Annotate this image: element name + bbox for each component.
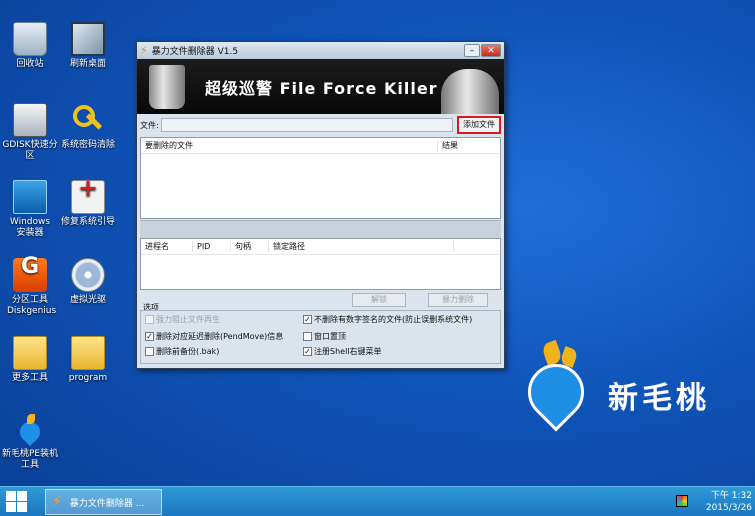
file-label: 文件: <box>140 120 159 130</box>
add-file-button[interactable]: 添加文件 <box>457 116 501 134</box>
taskbar: ⚡ 暴力文件删除器 ... 下午 1:32 2015/3/26 <box>0 486 755 516</box>
desktop-icon-windows-installer[interactable]: Windows安装器 <box>0 180 60 239</box>
minimize-button[interactable]: – <box>464 44 480 57</box>
desktop-icon-program[interactable]: program <box>58 336 118 384</box>
banner-title: 超级巡警 File Force Killer <box>205 79 438 98</box>
desktop-icon-more-tools[interactable]: 更多工具 <box>0 336 60 384</box>
refresh-desktop-icon <box>71 22 105 56</box>
checkbox[interactable] <box>145 347 154 356</box>
clock-date: 2015/3/26 <box>705 503 752 513</box>
desktop-icon-gdisk[interactable]: GDISK快速分区 <box>0 103 60 162</box>
desktop-icon-label: 更多工具 <box>11 373 48 383</box>
recycle-bin-icon <box>13 22 47 56</box>
action-buttons: 解锁 暴力删除 <box>140 293 501 309</box>
section-separator <box>140 220 501 238</box>
checkbox[interactable] <box>145 315 154 324</box>
checkbox[interactable]: ✓ <box>303 347 312 356</box>
checkbox[interactable]: ✓ <box>303 315 312 324</box>
option-prevent-regeneration[interactable]: 强力阻止文件再生 <box>145 314 220 325</box>
desktop-icon-label: 分区工具Diskgenius <box>7 295 57 316</box>
windows-installer-icon <box>13 180 47 214</box>
folder-icon <box>71 336 105 370</box>
column-header[interactable]: 结果 <box>438 140 500 151</box>
peach-icon <box>13 412 47 446</box>
option-window-topmost[interactable]: 窗口置顶 <box>303 331 346 342</box>
column-header[interactable]: 进程名 <box>141 241 193 252</box>
files-list[interactable]: 要删除的文件 结果 <box>140 137 501 219</box>
desktop-icon-repair-boot[interactable]: 修复系统引导 <box>58 180 118 228</box>
column-header[interactable]: 句柄 <box>231 241 269 252</box>
desktop-icon-label: GDISK快速分区 <box>2 140 58 161</box>
column-header[interactable]: 锁定路径 <box>269 241 454 252</box>
desktop-icon-label: 新毛桃PE装机工具 <box>1 449 59 470</box>
window-titlebar[interactable]: ⚡ 暴力文件删除器 V1.5 – ✕ <box>137 42 504 59</box>
process-list[interactable]: 进程名 PID 句柄 锁定路径 <box>140 238 501 290</box>
column-header[interactable]: 要删除的文件 <box>141 140 438 151</box>
option-backup-before-delete[interactable]: 删除前备份(.bak) <box>145 346 219 357</box>
option-register-shell-menu[interactable]: ✓ 注册Shell右键菜单 <box>303 346 382 357</box>
desktop-icon-refresh[interactable]: 刷新桌面 <box>58 22 118 70</box>
desktop-icon-diskgenius[interactable]: 分区工具Diskgenius <box>0 258 60 317</box>
column-header[interactable]: PID <box>193 242 231 251</box>
desktop-icon-label: program <box>68 373 108 383</box>
desktop-icon-label: 回收站 <box>16 59 44 69</box>
desktop-icon-label: 修复系统引导 <box>60 217 115 227</box>
file-path-input[interactable] <box>160 118 453 132</box>
trash-can-icon <box>441 69 499 114</box>
desktop-icon-virtual-cd[interactable]: 虚拟光驱 <box>58 258 118 306</box>
unlock-button[interactable]: 解锁 <box>352 293 406 307</box>
taskbar-app-label: 暴力文件删除器 ... <box>69 498 145 509</box>
desktop-icon-password-clear[interactable]: 系统密码清除 <box>58 103 118 151</box>
window-title: 暴力文件删除器 V1.5 <box>151 47 239 57</box>
clock-time: 下午 1:32 <box>710 491 752 501</box>
peach-logo-icon <box>516 339 596 432</box>
brand-text: 新毛桃 <box>608 381 710 416</box>
desktop-icon-label: 刷新桌面 <box>69 59 106 69</box>
process-list-header: 进程名 PID 句柄 锁定路径 <box>141 239 500 255</box>
desktop-icon-recycle-bin[interactable]: 回收站 <box>0 22 60 70</box>
recycle-bin-icon <box>149 65 185 109</box>
windows-start-icon[interactable] <box>6 491 28 513</box>
clock[interactable]: 下午 1:32 2015/3/26 <box>692 490 752 514</box>
desktop-icon-label: Windows安装器 <box>9 217 51 238</box>
close-button[interactable]: ✕ <box>481 44 501 57</box>
cd-icon <box>71 258 105 292</box>
option-skip-signed-files[interactable]: ✓ 不删除有数字签名的文件(防止误删系统文件) <box>303 314 472 325</box>
taskbar-app-button[interactable]: ⚡ 暴力文件删除器 ... <box>45 489 162 515</box>
checkbox[interactable] <box>303 332 312 341</box>
force-delete-button[interactable]: 暴力删除 <box>428 293 488 307</box>
app-lightning-icon: ⚡ <box>140 44 148 57</box>
repair-kit-icon <box>71 180 105 214</box>
key-icon <box>71 103 105 137</box>
file-force-killer-window[interactable]: ⚡ 暴力文件删除器 V1.5 – ✕ 超级巡警 File Force Kille… <box>136 41 505 369</box>
desktop-icon-label: 系统密码清除 <box>60 140 115 150</box>
file-row: 文件: 添加文件 <box>137 114 504 136</box>
diskgenius-icon <box>13 258 47 292</box>
checkbox[interactable]: ✓ <box>145 332 154 341</box>
folder-icon <box>13 336 47 370</box>
app-banner: 超级巡警 File Force Killer <box>137 59 504 114</box>
option-delete-pendmove[interactable]: ✓ 删除对应延迟删除(PendMove)信息 <box>145 331 283 342</box>
files-list-header: 要删除的文件 结果 <box>141 138 500 154</box>
gdisk-icon <box>13 103 47 137</box>
tray-app-icon[interactable] <box>676 495 688 507</box>
desktop-icon-peach-pe[interactable]: 新毛桃PE装机工具 <box>0 412 60 471</box>
app-lightning-icon: ⚡ <box>52 494 62 510</box>
desktop-icon-label: 虚拟光驱 <box>69 295 106 305</box>
